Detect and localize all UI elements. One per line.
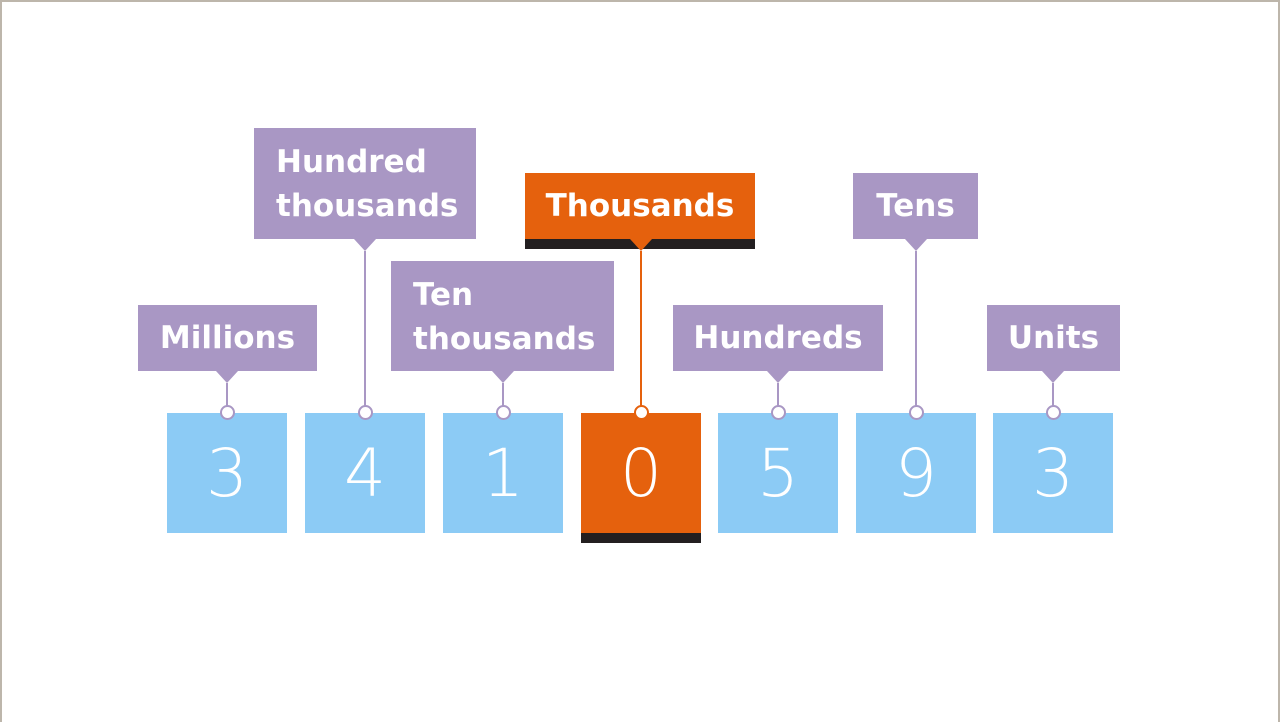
connector-line	[915, 251, 917, 413]
place-label-thousands: Thousands	[525, 173, 755, 239]
place-label-hundreds: Hundreds	[673, 305, 883, 371]
pointer-icon	[1042, 371, 1064, 383]
place-label-units: Units	[987, 305, 1120, 371]
connector-dot-icon	[495, 405, 511, 420]
connector-dot-icon	[770, 405, 786, 420]
place-label-millions: Millions	[138, 305, 317, 371]
connector-line	[364, 251, 366, 413]
place-label-hundred-thousands: Hundred thousands	[254, 128, 476, 239]
connector-line	[640, 251, 642, 413]
connector-dot-icon	[357, 405, 373, 420]
digit-box-hundreds: 5	[718, 413, 838, 533]
digit-box-thousands: 0	[581, 413, 701, 533]
digit-box-millions: 3	[167, 413, 287, 533]
pointer-icon	[216, 371, 238, 383]
place-label-ten-thousands: Ten thousands	[391, 261, 614, 371]
pointer-icon	[354, 239, 376, 251]
digit-box-ten-thousands: 1	[443, 413, 563, 533]
digit-box-units: 3	[993, 413, 1113, 533]
pointer-icon	[492, 371, 514, 383]
connector-dot-icon	[633, 405, 649, 420]
pointer-icon	[905, 239, 927, 251]
connector-dot-icon	[1045, 405, 1061, 420]
digit-shadow-bar	[581, 533, 701, 543]
pointer-icon	[630, 239, 652, 251]
place-label-tens: Tens	[853, 173, 978, 239]
pointer-icon	[767, 371, 789, 383]
connector-dot-icon	[219, 405, 235, 420]
digit-box-tens: 9	[856, 413, 976, 533]
connector-dot-icon	[908, 405, 924, 420]
digit-box-hundred-thousands: 4	[305, 413, 425, 533]
